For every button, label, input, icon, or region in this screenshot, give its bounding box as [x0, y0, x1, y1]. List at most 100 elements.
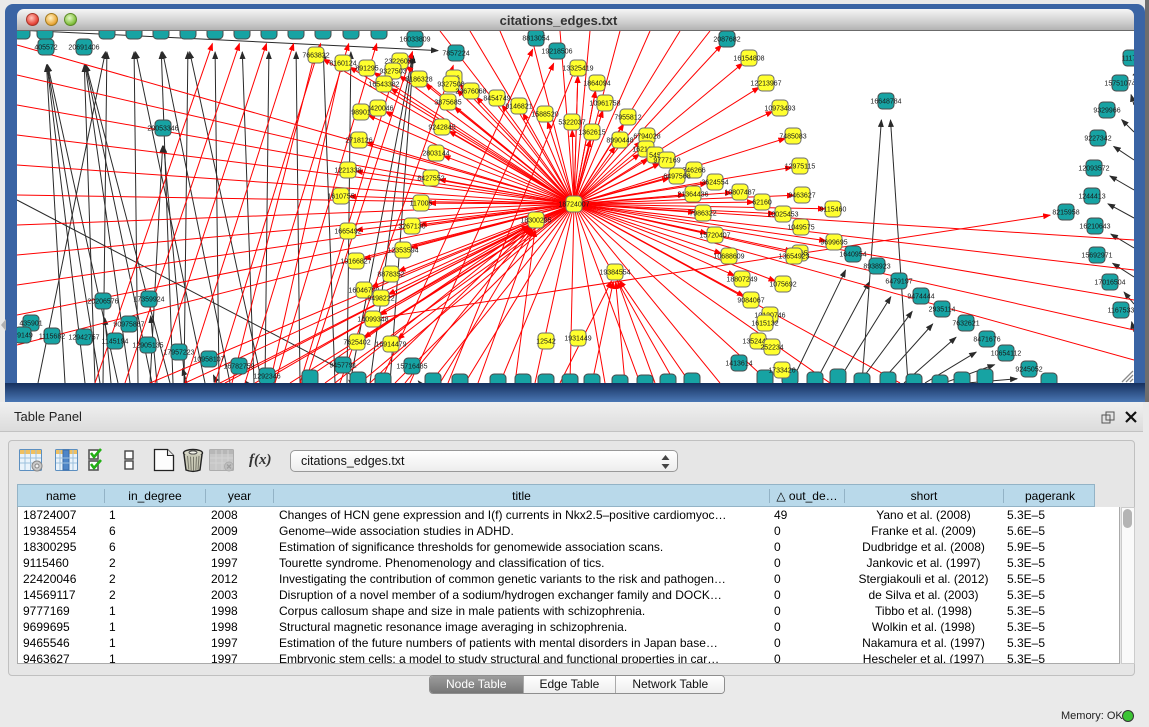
svg-text:20206576: 20206576	[87, 299, 118, 306]
svg-text:1244413: 1244413	[1078, 194, 1105, 201]
svg-text:8160124: 8160124	[329, 61, 356, 68]
svg-text:98901: 98901	[351, 110, 371, 117]
svg-text:14099348: 14099348	[357, 317, 388, 324]
svg-text:3624554: 3624554	[701, 180, 728, 187]
svg-text:1292346: 1292346	[253, 374, 280, 381]
svg-text:16782759: 16782759	[223, 364, 254, 371]
svg-text:435901: 435901	[19, 321, 42, 328]
svg-text:1931449: 1931449	[564, 336, 591, 343]
svg-text:7986322: 7986322	[689, 211, 716, 218]
svg-text:9327508: 9327508	[437, 82, 464, 89]
svg-text:10025453: 10025453	[767, 212, 798, 219]
svg-text:17957223: 17957223	[163, 350, 194, 357]
svg-text:1640954: 1640954	[839, 252, 866, 259]
svg-text:12942757: 12942757	[68, 335, 99, 342]
svg-text:1413614: 1413614	[725, 361, 752, 368]
svg-text:19218506: 19218506	[541, 49, 572, 56]
svg-text:2935114: 2935114	[929, 307, 956, 314]
svg-text:9457791: 9457791	[329, 363, 356, 370]
svg-text:10961758: 10961758	[589, 101, 620, 108]
svg-text:9474444: 9474444	[907, 294, 934, 301]
svg-text:9329966: 9329966	[1093, 108, 1120, 115]
svg-text:10688609: 10688609	[713, 254, 744, 261]
svg-text:2803144: 2803144	[422, 151, 449, 158]
svg-text:9245052: 9245052	[1015, 367, 1042, 374]
svg-text:62160: 62160	[752, 200, 772, 207]
svg-text:1864094: 1864094	[583, 81, 610, 88]
svg-text:12542: 12542	[536, 339, 556, 346]
svg-text:7663822: 7663822	[302, 53, 329, 60]
svg-text:16914479: 16914479	[375, 342, 406, 349]
svg-text:19166827: 19166827	[340, 259, 371, 266]
svg-text:5322037: 5322037	[558, 120, 585, 127]
svg-text:11172: 11172	[1122, 56, 1134, 63]
svg-text:12213967: 12213967	[750, 81, 781, 88]
svg-text:7632621: 7632621	[952, 321, 979, 328]
svg-text:13325419: 13325419	[562, 66, 593, 73]
svg-text:12905135: 12905135	[132, 343, 163, 350]
svg-text:1610755: 1610755	[327, 194, 354, 201]
svg-text:405572: 405572	[34, 45, 57, 52]
svg-text:7485083: 7485083	[779, 134, 806, 141]
svg-text:6794028: 6794028	[633, 134, 660, 141]
svg-text:8427552: 8427552	[417, 176, 444, 183]
svg-text:15692971: 15692971	[1081, 253, 1112, 260]
svg-text:1167533: 1167533	[1108, 308, 1134, 315]
svg-text:7625402: 7625402	[343, 340, 370, 347]
svg-text:8186328: 8186328	[405, 77, 432, 84]
svg-text:1221338: 1221338	[334, 168, 361, 175]
svg-text:8471676: 8471676	[973, 337, 1000, 344]
svg-text:8878352: 8878352	[377, 272, 404, 279]
svg-text:15751074: 15751074	[1104, 81, 1134, 88]
svg-text:90975867: 90975867	[113, 322, 144, 329]
svg-text:2087682: 2087682	[713, 37, 740, 44]
svg-text:9242845: 9242845	[428, 125, 455, 132]
svg-text:16033809: 16033809	[399, 37, 430, 44]
svg-text:9699695: 9699695	[820, 240, 847, 247]
svg-text:18724007: 18724007	[558, 202, 589, 209]
svg-text:3875685: 3875685	[434, 100, 461, 107]
svg-text:15720407: 15720407	[699, 233, 730, 240]
svg-text:10958107: 10958107	[193, 357, 224, 364]
svg-text:9463627: 9463627	[788, 193, 815, 200]
svg-text:17016504: 17016504	[1094, 280, 1125, 287]
svg-text:8813054: 8813054	[522, 36, 549, 43]
svg-text:3267130: 3267130	[398, 224, 425, 231]
svg-text:10654112: 10654112	[991, 351, 1022, 358]
svg-text:9498222: 9498222	[367, 296, 394, 303]
svg-text:17359924: 17359924	[133, 297, 164, 304]
svg-text:18300295: 18300295	[520, 218, 551, 225]
svg-text:891295: 891295	[355, 66, 378, 73]
svg-text:8990448: 8990448	[606, 138, 633, 145]
svg-text:13654923: 13654923	[778, 254, 809, 261]
svg-text:9084067: 9084067	[737, 298, 764, 305]
svg-text:9327503: 9327503	[379, 69, 406, 76]
svg-text:16543382: 16543382	[368, 82, 399, 89]
svg-text:9227342: 9227342	[1084, 136, 1111, 143]
svg-text:18807249: 18807249	[726, 277, 757, 284]
svg-text:1615132: 1615132	[751, 321, 778, 328]
svg-text:39149: 39149	[17, 333, 33, 340]
svg-text:9115460: 9115460	[820, 207, 847, 214]
svg-text:1049575: 1049575	[787, 225, 814, 232]
svg-text:6479197: 6479197	[885, 279, 912, 286]
svg-text:21364436: 21364436	[677, 192, 708, 199]
svg-text:7857224: 7857224	[442, 51, 469, 58]
svg-text:29053346: 29053346	[147, 126, 178, 133]
svg-text:15716485: 15716485	[396, 364, 427, 371]
svg-text:7955812: 7955812	[614, 115, 641, 122]
svg-text:1115682: 1115682	[39, 334, 65, 341]
svg-text:9777169: 9777169	[653, 158, 680, 165]
svg-text:1075692: 1075692	[769, 282, 796, 289]
svg-text:2718126: 2718126	[345, 138, 372, 145]
svg-text:8454749: 8454749	[483, 96, 510, 103]
svg-text:1362615: 1362615	[578, 130, 605, 137]
svg-text:8215958: 8215958	[1052, 210, 1079, 217]
svg-text:12353594: 12353594	[387, 248, 418, 255]
svg-text:16154808: 16154808	[733, 56, 764, 63]
svg-text:1588520: 1588520	[531, 112, 558, 119]
svg-text:12093572: 12093572	[1078, 166, 1109, 173]
svg-text:16210643: 16210643	[1079, 224, 1110, 231]
svg-text:1665492: 1665492	[334, 229, 361, 236]
svg-text:9146821: 9146821	[505, 104, 532, 111]
